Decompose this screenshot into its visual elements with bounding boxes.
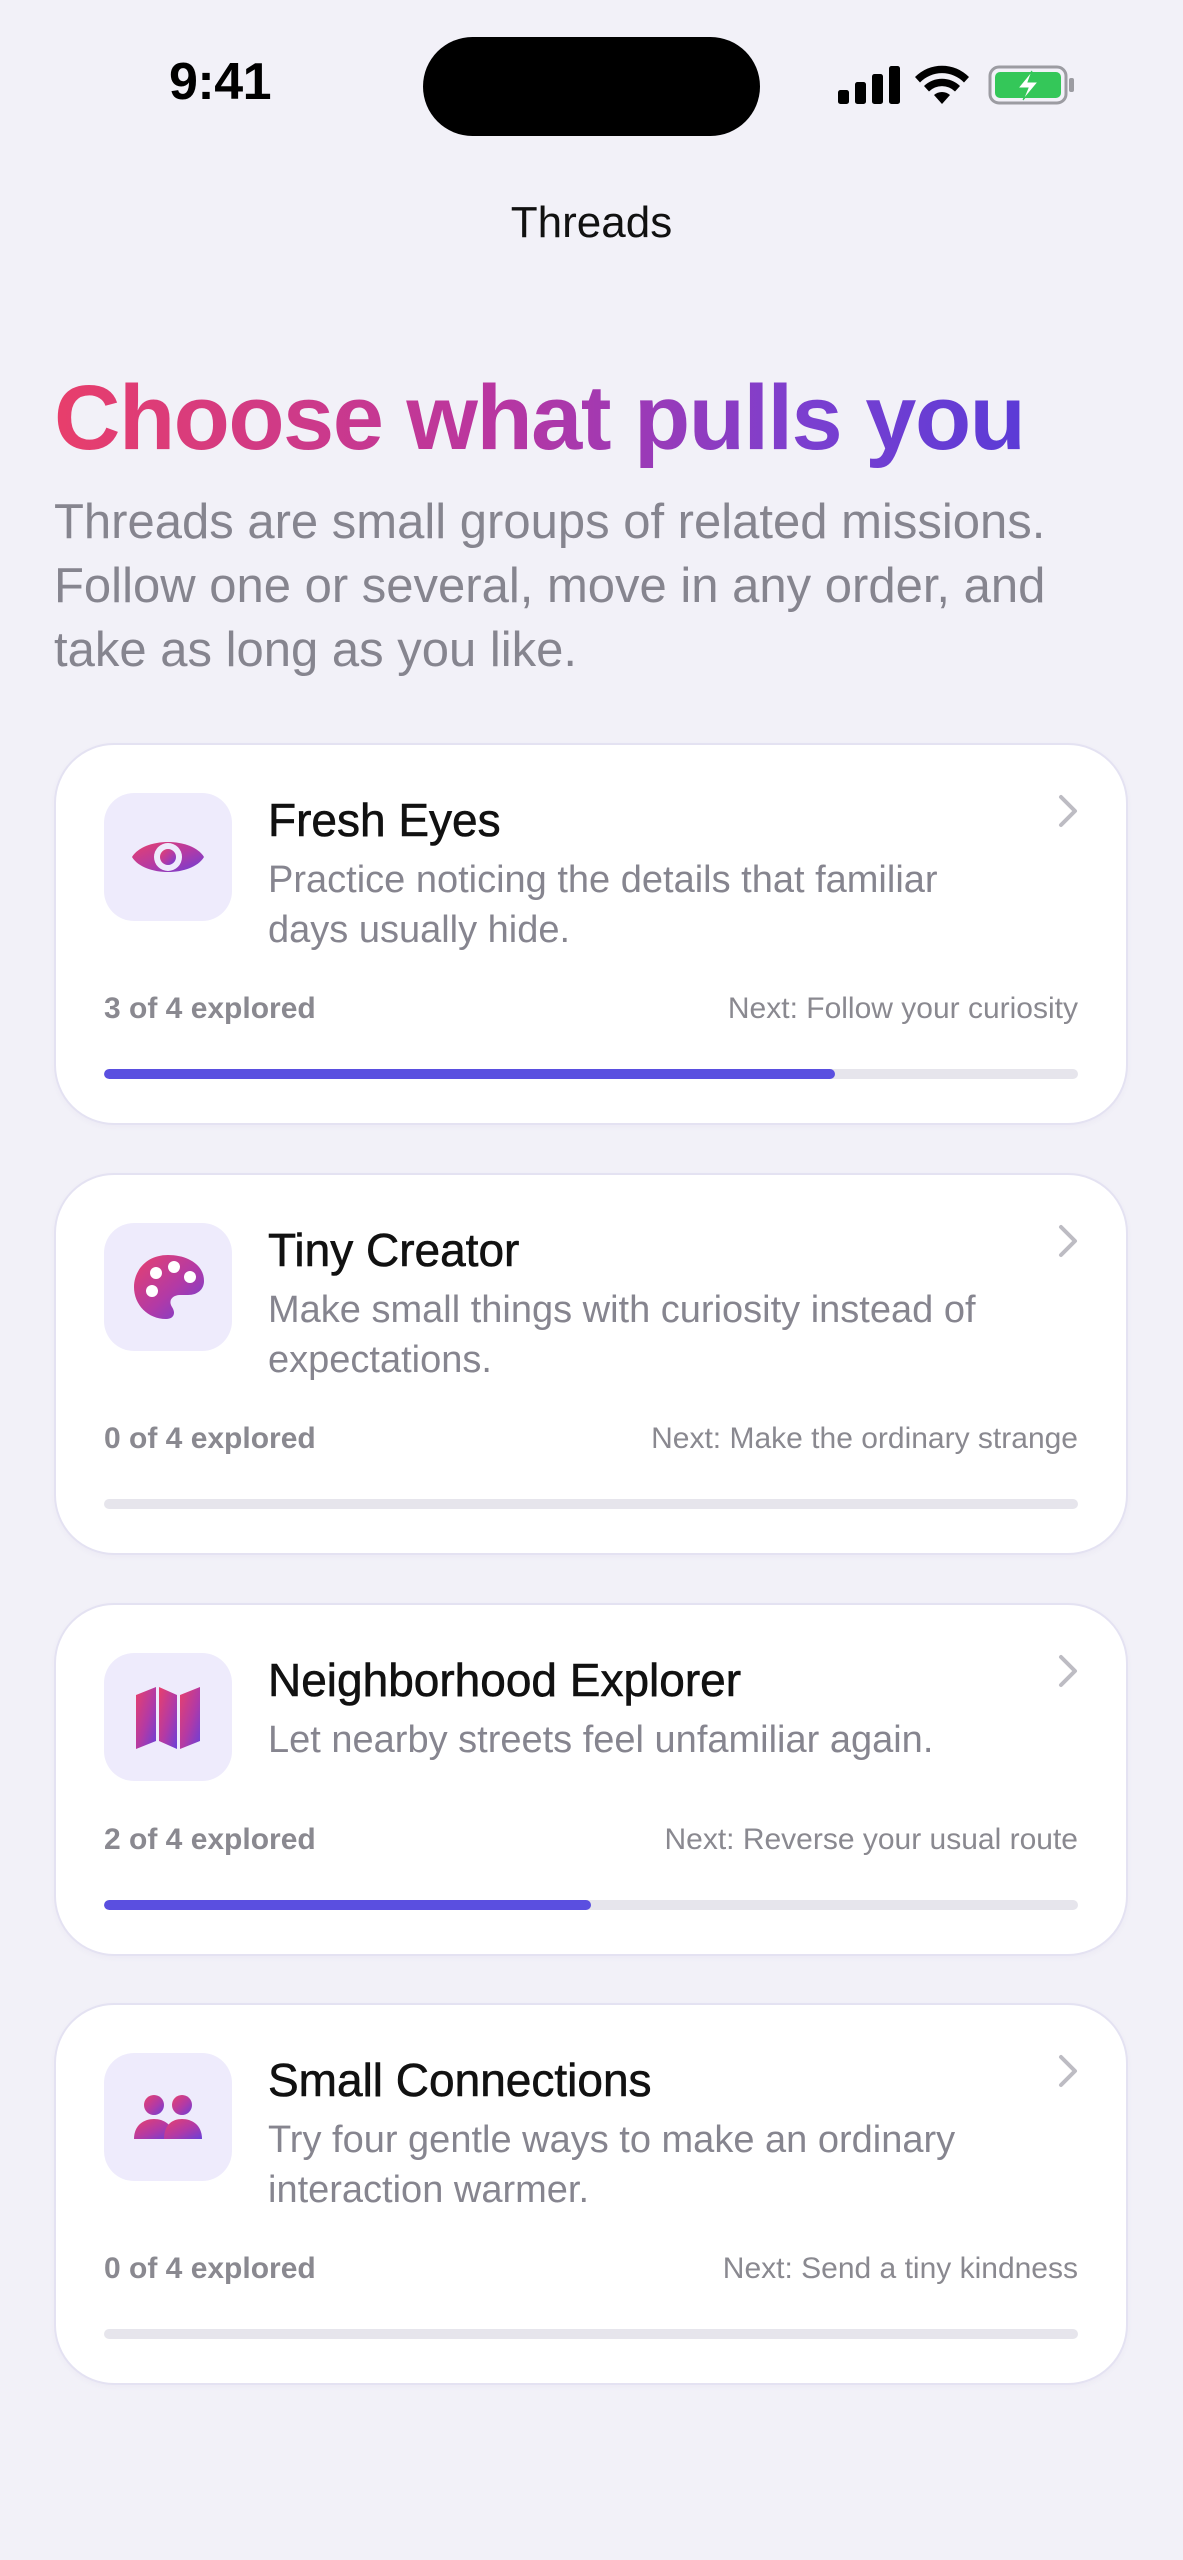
thread-next-label: Next: Follow your curiosity [727,992,1078,1025]
dynamic-island [423,37,760,136]
thread-progress-bar [104,1900,1078,1910]
thread-progress-fill [104,1900,591,1910]
signal-icon [838,66,900,104]
thread-progress-label: 0 of 4 explored [104,2252,316,2285]
thread-card-fresh-eyes[interactable]: Fresh Eyes Practice noticing the details… [54,743,1128,1125]
thread-next-label: Next: Send a tiny kindness [722,2252,1078,2285]
thread-card-neighborhood-explorer[interactable]: Neighborhood Explorer Let nearby streets… [54,1603,1128,1956]
thread-description: Make small things with curiosity instead… [268,1289,976,1381]
people-icon [134,2095,202,2139]
battery-charging-icon [988,65,1074,105]
thread-icon-tile [104,1223,232,1351]
thread-progress-bar [104,1499,1078,1509]
chevron-right-icon [1059,795,1077,827]
thread-card-small-connections[interactable]: Small Connections Try four gentle ways t… [54,2003,1128,2385]
thread-icon-tile [104,793,232,921]
thread-title: Tiny Creator [268,1224,520,1277]
thread-progress-fill [104,1069,835,1079]
status-bar: 9:41 [0,0,1183,150]
thread-progress-bar [104,2329,1078,2339]
map-icon [136,1687,200,1749]
thread-description: Practice noticing the details that famil… [268,859,938,951]
eye-icon [132,842,204,872]
thread-title: Fresh Eyes [268,794,501,847]
thread-progress-label: 0 of 4 explored [104,1422,316,1455]
chevron-right-icon [1059,1225,1077,1257]
thread-progress-label: 2 of 4 explored [104,1823,316,1856]
thread-description: Try four gentle ways to make an ordinary… [268,2119,956,2211]
wifi-icon [915,65,969,104]
nav-title: Threads [510,198,673,247]
chevron-right-icon [1059,1655,1077,1687]
thread-description: Let nearby streets feel unfamiliar again… [268,1719,934,1761]
thread-progress-bar [104,1069,1078,1079]
thread-icon-tile [104,2053,232,2181]
page-subtitle: Threads are small groups of related miss… [54,495,1046,677]
palette-icon [134,1255,204,1319]
page-title: Choose what pulls you [54,367,1026,469]
thread-progress-label: 3 of 4 explored [104,992,316,1025]
thread-icon-tile [104,1653,232,1781]
thread-next-label: Next: Reverse your usual route [664,1823,1078,1856]
thread-next-label: Next: Make the ordinary strange [651,1422,1078,1455]
thread-title: Neighborhood Explorer [268,1654,742,1707]
thread-title: Small Connections [268,2054,652,2107]
chevron-right-icon [1059,2055,1077,2087]
status-time: 9:41 [168,53,272,111]
thread-card-tiny-creator[interactable]: Tiny Creator Make small things with curi… [54,1173,1128,1555]
